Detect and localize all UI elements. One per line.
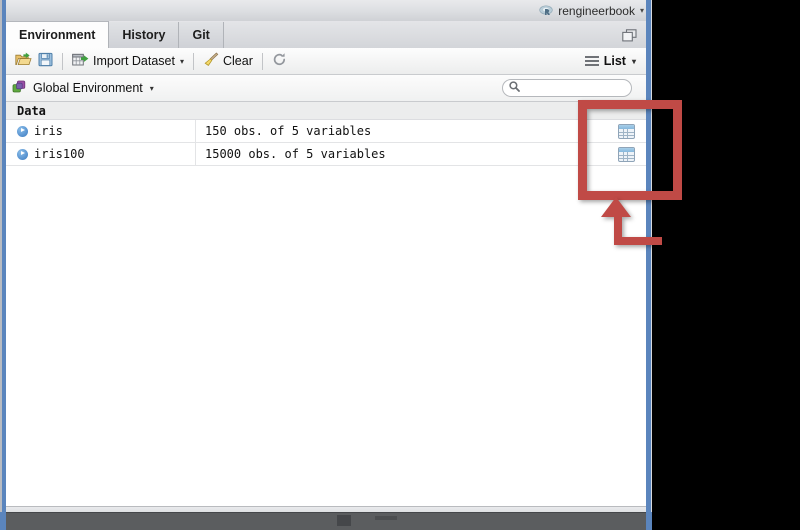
import-dataset-caret: ▾ xyxy=(179,56,184,66)
tab-git-label: Git xyxy=(192,28,210,42)
view-table-icon[interactable] xyxy=(617,146,635,162)
search-icon xyxy=(509,79,520,97)
toolbar-separator-3 xyxy=(261,52,263,70)
table-row[interactable]: iris 150 obs. of 5 variables xyxy=(6,119,646,143)
object-name: iris100 xyxy=(34,147,85,161)
bottom-strip-left-edge xyxy=(0,512,6,530)
object-description: 15000 obs. of 5 variables xyxy=(205,146,386,161)
tab-environment-label: Environment xyxy=(19,28,96,42)
bottom-status-strip xyxy=(0,512,652,530)
bottom-strip-notch-secondary xyxy=(375,516,397,520)
tab-environment[interactable]: Environment xyxy=(6,21,110,48)
global-environment-selector[interactable]: Global Environment ▾ xyxy=(12,80,154,97)
window-border-right xyxy=(646,0,651,530)
list-view-caret: ▾ xyxy=(631,56,636,66)
clear-workspace-label: Clear xyxy=(223,54,253,68)
view-table-icon[interactable] xyxy=(617,123,635,139)
cubes-icon xyxy=(12,80,27,97)
import-dataset-button[interactable]: Import Dataset ▾ xyxy=(69,50,187,72)
window-title-caret: ▾ xyxy=(639,6,644,15)
broom-icon xyxy=(203,52,219,70)
search-box[interactable] xyxy=(502,79,632,97)
object-name: iris xyxy=(34,124,63,138)
toolbar-separator-2 xyxy=(193,52,194,70)
object-name-cell: iris100 xyxy=(6,142,196,166)
open-folder-icon xyxy=(15,52,32,70)
save-workspace-button[interactable] xyxy=(35,50,56,72)
table-row[interactable]: iris100 15000 obs. of 5 variables xyxy=(6,142,646,166)
bottom-strip-right-edge xyxy=(646,512,652,530)
grid-section-header: Data xyxy=(6,102,646,120)
search-input[interactable] xyxy=(524,81,625,95)
object-description: 150 obs. of 5 variables xyxy=(205,123,372,138)
tab-history-label: History xyxy=(122,28,166,42)
r-logo-icon xyxy=(539,4,553,18)
window-title: rengineerbook xyxy=(558,3,635,18)
environment-selector-row: Global Environment ▾ xyxy=(6,75,646,102)
tab-git[interactable]: Git xyxy=(179,22,224,48)
load-workspace-button[interactable] xyxy=(12,50,35,72)
import-dataset-icon xyxy=(72,53,89,70)
refresh-icon xyxy=(272,52,287,70)
save-floppy-icon xyxy=(38,52,53,70)
screenshot-root: rengineerbook ▾ Environment History Git xyxy=(0,0,800,530)
import-dataset-label: Import Dataset xyxy=(93,54,175,68)
environment-pane: Environment History Git Import Dataset ▾… xyxy=(6,21,646,506)
clear-workspace-button[interactable]: Clear xyxy=(200,50,256,72)
tab-history[interactable]: History xyxy=(109,22,180,48)
object-action-cell xyxy=(606,120,646,143)
object-name-cell: iris xyxy=(6,119,196,143)
window-titlebar: rengineerbook ▾ xyxy=(6,0,646,22)
pane-tabbar: Environment History Git xyxy=(6,21,646,49)
rstudio-window: rengineerbook ▾ Environment History Git xyxy=(0,0,652,530)
bottom-strip-notch xyxy=(337,515,351,526)
object-action-cell xyxy=(606,143,646,166)
global-environment-caret: ▾ xyxy=(149,83,154,93)
window-title-group: rengineerbook ▾ xyxy=(539,2,644,19)
list-view-button[interactable]: List ▾ xyxy=(584,54,640,68)
expand-arrow-icon[interactable] xyxy=(17,125,28,137)
expand-arrow-icon[interactable] xyxy=(17,148,28,160)
list-lines-icon xyxy=(584,55,599,67)
refresh-button[interactable] xyxy=(269,50,290,72)
environment-toolbar: Import Dataset ▾ Clear List ▾ xyxy=(6,48,646,75)
global-environment-label: Global Environment xyxy=(33,81,143,95)
environment-object-grid: Data iris 150 obs. of 5 variables iris10… xyxy=(6,102,646,506)
list-view-label: List xyxy=(603,54,626,68)
toolbar-separator-1 xyxy=(62,52,63,70)
maximize-panes-icon[interactable] xyxy=(616,22,642,48)
